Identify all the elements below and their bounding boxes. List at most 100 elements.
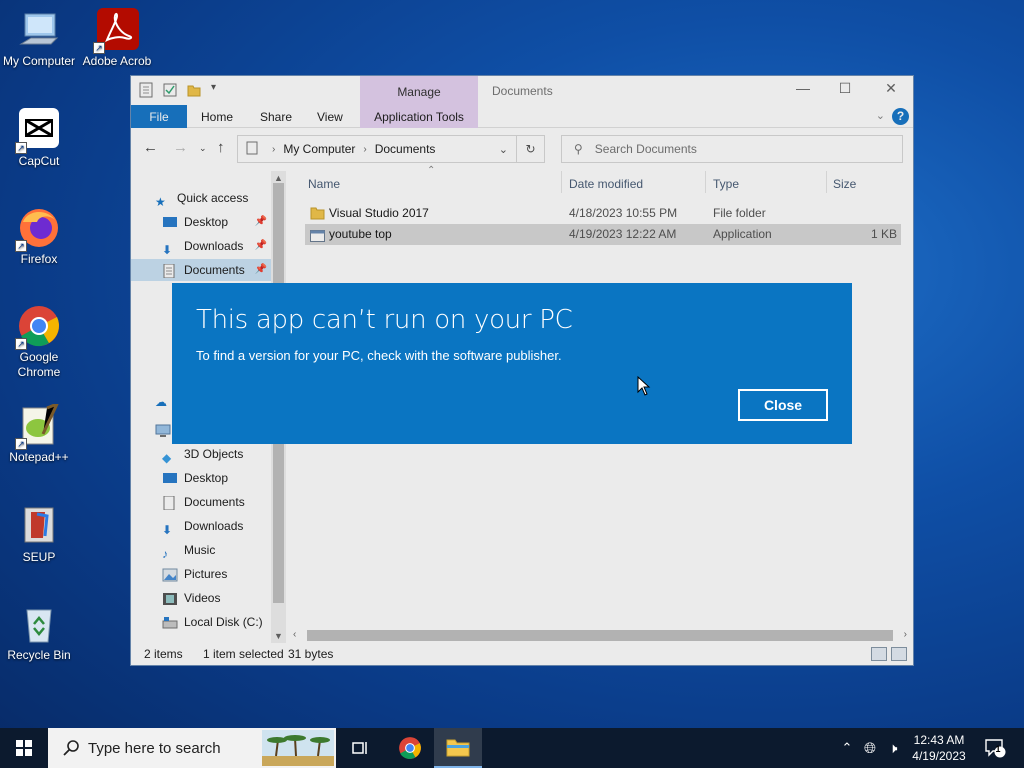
pin-icon: 📌 <box>254 240 267 251</box>
close-window-button[interactable]: ✕ <box>871 80 911 97</box>
file-row-visual-studio[interactable]: Visual Studio 2017 4/18/2023 10:55 PM Fi… <box>305 203 901 224</box>
nav-item-music[interactable]: ♪ Music <box>131 539 271 561</box>
notepadpp-icon: ↗ <box>15 401 61 450</box>
nav-item-documents[interactable]: Documents 📌 <box>131 259 271 281</box>
breadcrumb-my-computer[interactable]: My Computer <box>283 142 355 156</box>
new-folder-icon[interactable] <box>187 82 201 98</box>
column-separator[interactable] <box>561 171 562 193</box>
mouse-cursor-icon <box>637 375 651 396</box>
nav-item-downloads[interactable]: ⬇ Downloads 📌 <box>131 235 271 257</box>
music-note-icon: ♪ <box>162 547 168 561</box>
file-name: Visual Studio 2017 <box>329 206 429 220</box>
desktop-icon-firefox[interactable]: ↗ Firefox <box>0 206 78 267</box>
help-icon[interactable]: ? <box>892 108 909 125</box>
large-icons-view-icon[interactable] <box>891 647 907 661</box>
scroll-left-icon[interactable]: ‹ <box>293 629 296 640</box>
nav-quick-access[interactable]: ★ Quick access <box>155 187 271 209</box>
action-center-button[interactable]: 1 <box>980 728 1010 768</box>
notification-count: 1 <box>995 744 1001 754</box>
download-arrow-icon: ⬇ <box>162 523 173 537</box>
desktop-icon-seup[interactable]: SEUP <box>0 504 78 565</box>
search-input[interactable]: ⚲ Search Documents <box>561 135 903 163</box>
shortcut-arrow-icon: ↗ <box>15 338 27 350</box>
star-icon: ★ <box>155 195 166 209</box>
nav-item-documents-pc[interactable]: Documents <box>131 491 271 513</box>
recent-locations-icon[interactable]: ⌄ <box>199 143 207 154</box>
windows-logo-icon <box>16 740 32 756</box>
desktop-icon-google-chrome[interactable]: ↗ Google Chrome <box>0 304 78 380</box>
chrome-icon <box>399 737 421 759</box>
nav-item-pictures[interactable]: Pictures <box>131 563 271 585</box>
documents-icon <box>162 263 178 279</box>
scroll-right-icon[interactable]: › <box>904 629 907 640</box>
column-header-date-modified[interactable]: Date modified <box>569 177 643 191</box>
pc-location-icon <box>246 141 258 158</box>
address-dropdown-icon[interactable]: ⌄ <box>499 143 508 156</box>
desktop-icon-notepadpp[interactable]: ↗ Notepad++ <box>0 401 78 465</box>
nav-label: Videos <box>184 591 221 605</box>
checkmark-icon[interactable] <box>163 82 177 98</box>
task-view-button[interactable] <box>336 728 384 768</box>
minimize-button[interactable]: — <box>783 80 823 96</box>
up-arrow-icon[interactable]: ↑ <box>217 139 225 156</box>
properties-icon[interactable] <box>139 82 153 98</box>
column-header-name[interactable]: Name <box>308 177 340 191</box>
desktop-icon-label: Google Chrome <box>17 350 61 379</box>
address-bar[interactable]: › My Computer › Documents ⌄ <box>237 135 517 163</box>
taskbar-clock[interactable]: 12:43 AM 4/19/2023 <box>904 732 974 764</box>
desktop-icon-recycle-bin[interactable]: Recycle Bin <box>0 602 78 663</box>
desktop-icon-my-computer[interactable]: My Computer <box>0 8 78 69</box>
nav-item-videos[interactable]: Videos <box>131 587 271 609</box>
network-icon[interactable]: 🌐︎ <box>858 740 882 757</box>
desktop-icon <box>162 471 178 485</box>
refresh-button[interactable]: ↻ <box>517 135 545 163</box>
details-view-icon[interactable] <box>871 647 887 661</box>
scrollbar-thumb[interactable] <box>307 630 893 641</box>
column-separator[interactable] <box>705 171 706 193</box>
scroll-down-icon[interactable]: ▼ <box>274 631 283 641</box>
title-bar: ▾ Manage Documents — ☐ ✕ <box>131 76 913 105</box>
tab-manage[interactable]: Manage <box>360 76 478 105</box>
column-header-type[interactable]: Type <box>713 177 739 191</box>
nav-label: Pictures <box>184 567 228 581</box>
pin-icon: 📌 <box>254 216 267 227</box>
pc-icon <box>155 423 171 437</box>
file-row-youtube-top[interactable]: youtube top 4/19/2023 12:22 AM Applicati… <box>305 224 901 245</box>
back-arrow-icon[interactable]: ← <box>143 139 158 156</box>
tab-view[interactable]: View <box>307 105 353 128</box>
show-hidden-icons-icon[interactable]: ⌃ <box>836 740 858 756</box>
volume-icon[interactable]: 🕨 <box>882 740 904 757</box>
tab-application-tools[interactable]: Application Tools <box>360 105 478 128</box>
column-separator[interactable] <box>826 171 827 193</box>
close-button[interactable]: Close <box>738 389 828 421</box>
file-size: 1 KB <box>870 227 897 241</box>
expand-ribbon-icon[interactable]: ⌄ <box>876 109 885 122</box>
nav-item-3d-objects[interactable]: ◆ 3D Objects <box>131 443 271 465</box>
breadcrumb-separator-icon: › <box>363 143 367 155</box>
nav-item-downloads-pc[interactable]: ⬇ Downloads <box>131 515 271 537</box>
nav-item-desktop-pc[interactable]: Desktop <box>131 467 271 489</box>
taskbar-file-explorer-button[interactable] <box>434 728 482 768</box>
tab-home[interactable]: Home <box>191 105 243 128</box>
taskbar-chrome-button[interactable] <box>386 728 434 768</box>
column-header-size[interactable]: Size <box>833 177 856 191</box>
breadcrumb-documents[interactable]: Documents <box>375 142 436 156</box>
drive-icon <box>162 615 178 629</box>
horizontal-scrollbar[interactable]: ‹ › <box>291 628 911 643</box>
forward-arrow-icon[interactable]: → <box>173 139 188 156</box>
scroll-up-icon[interactable]: ▲ <box>274 173 283 183</box>
shortcut-arrow-icon: ↗ <box>93 42 105 54</box>
customize-dropdown-icon[interactable]: ▾ <box>211 82 225 98</box>
maximize-button[interactable]: ☐ <box>825 80 865 97</box>
desktop-icon-label: SEUP <box>22 550 56 564</box>
desktop-icon-capcut[interactable]: ↗ CapCut <box>0 108 78 169</box>
taskbar-search-box[interactable]: Type here to search <box>48 728 336 768</box>
tab-share[interactable]: Share <box>250 105 302 128</box>
nav-item-desktop[interactable]: Desktop 📌 <box>131 211 271 233</box>
shortcut-arrow-icon: ↗ <box>15 240 27 252</box>
taskbar: Type here to search ⌃ 🌐︎ 🕨 12:43 AM 4/19… <box>0 728 1024 768</box>
start-button[interactable] <box>0 728 48 768</box>
nav-item-local-disk[interactable]: Local Disk (C:) <box>131 611 271 633</box>
tab-file[interactable]: File <box>131 105 187 128</box>
desktop-icon-adobe-acrobat[interactable]: ↗ Adobe Acrob <box>78 8 156 69</box>
